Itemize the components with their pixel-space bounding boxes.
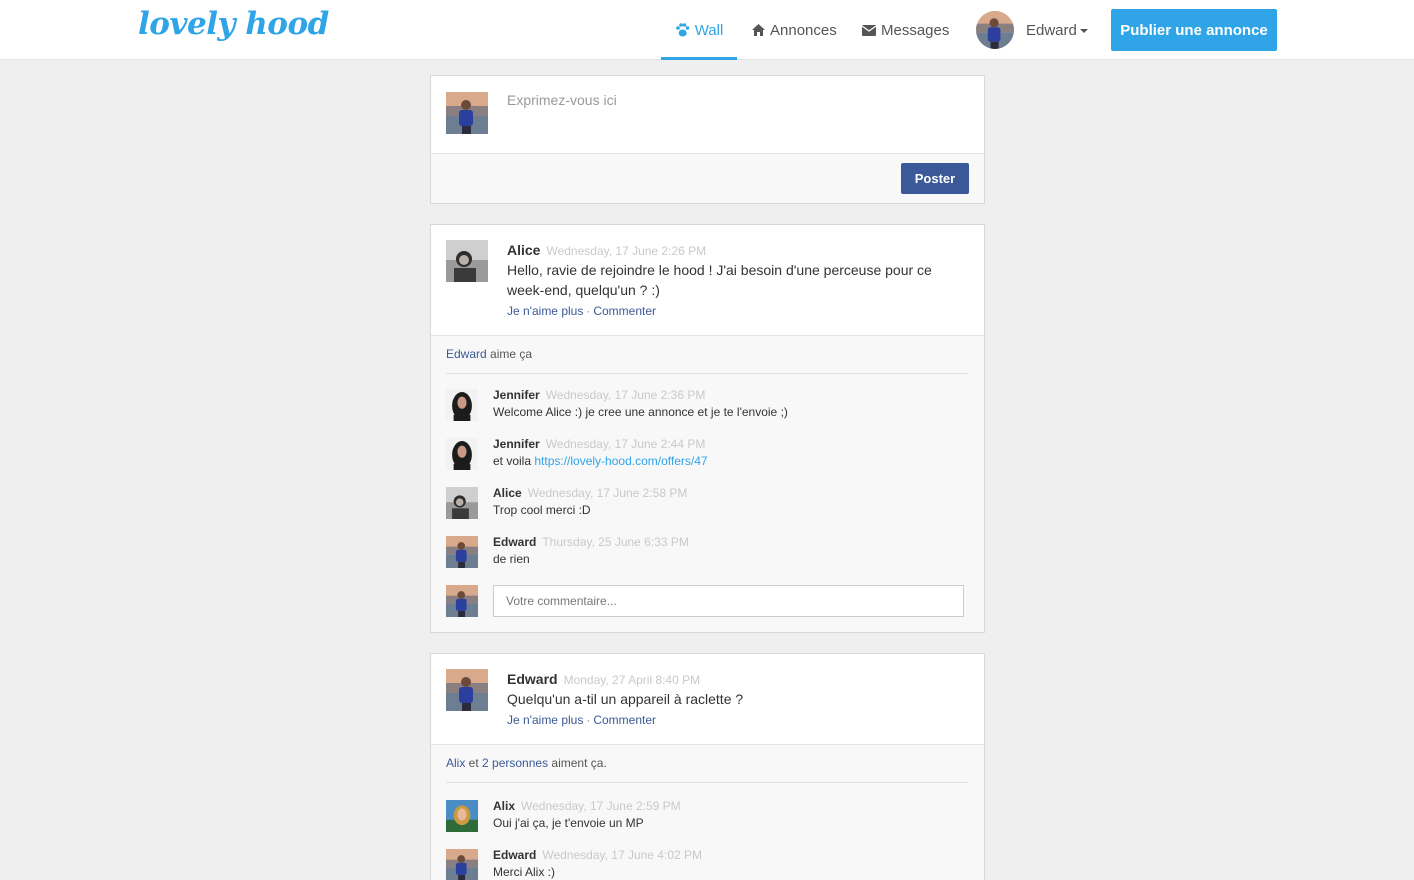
post-author-name[interactable]: Edward — [507, 671, 558, 687]
comment-input[interactable] — [493, 585, 964, 617]
nav-annonces[interactable]: Annonces — [752, 0, 837, 60]
user-name: Edward — [1026, 21, 1077, 39]
avatar — [446, 92, 488, 134]
comment-time: Wednesday, 17 June 2:59 PM — [521, 799, 681, 813]
avatar — [446, 438, 478, 470]
comment-author: Alix Wednesday, 17 June 2:59 PM — [493, 799, 681, 813]
comment-author-name[interactable]: Jennifer — [493, 437, 540, 451]
likes-suffix: aiment ça. — [548, 756, 607, 770]
post-time: Wednesday, 17 June 2:26 PM — [546, 244, 707, 258]
post-time: Monday, 27 April 8:40 PM — [563, 673, 701, 687]
likes-and: et — [465, 756, 483, 770]
avatar — [446, 800, 478, 832]
comment-time: Wednesday, 17 June 4:02 PM — [542, 848, 702, 862]
comment-author: Alice Wednesday, 17 June 2:58 PM — [493, 486, 687, 500]
nav-wall[interactable]: Wall — [661, 0, 737, 60]
comment-text: Oui j'ai ça, je t'envoie un MP — [493, 816, 644, 830]
comment-link[interactable]: Commenter — [593, 304, 656, 318]
likes-summary: Edward aime ça — [446, 347, 532, 361]
comment-time: Thursday, 25 June 6:33 PM — [542, 535, 689, 549]
separator: · — [586, 713, 591, 727]
logo[interactable]: lovely hood — [138, 6, 329, 42]
comment-text: Merci Alix :) — [493, 865, 556, 879]
post-author: Edward Monday, 27 April 8:40 PM — [507, 671, 700, 687]
unlike-link[interactable]: Je n'aime plus — [507, 304, 583, 318]
home-icon — [752, 24, 765, 36]
post-text: Quelqu'un a-til un appareil à raclette ? — [507, 691, 744, 707]
comment-author: Jennifer Wednesday, 17 June 2:36 PM — [493, 388, 705, 402]
unlike-link[interactable]: Je n'aime plus — [507, 713, 583, 727]
post-author: Alice Wednesday, 17 June 2:26 PM — [507, 242, 706, 258]
likes-suffix: aime ça — [486, 347, 533, 361]
nav-wall-label: Wall — [694, 21, 724, 39]
comment: Alice Wednesday, 17 June 2:58 PM Trop coo… — [446, 484, 969, 524]
comment-author-name[interactable]: Alix — [493, 799, 515, 813]
comment-time: Wednesday, 17 June 2:36 PM — [545, 388, 706, 402]
post-comments: Alix et 2 personnes aiment ça. Alix Wedne… — [431, 744, 984, 880]
comment-author: Edward Thursday, 25 June 6:33 PM — [493, 535, 689, 549]
comment-link[interactable]: Commenter — [593, 713, 656, 727]
avatar — [446, 849, 478, 880]
post-input[interactable] — [507, 92, 967, 148]
user-menu[interactable]: Edward — [976, 0, 1088, 60]
avatar — [446, 240, 488, 282]
comment-text-prefix: et voila — [493, 454, 535, 468]
publish-offer-button[interactable]: Publier une annonce — [1111, 9, 1277, 51]
avatar — [446, 536, 478, 568]
navbar: lovely hood Wall Annonces Messages Edwar… — [0, 0, 1414, 60]
comment-author-name[interactable]: Alice — [493, 486, 522, 500]
comment-text: et voila https://lovely-hood.com/offers/… — [493, 454, 708, 468]
comment-author-name[interactable]: Edward — [493, 848, 536, 862]
avatar — [446, 487, 478, 519]
comment-author: Jennifer Wednesday, 17 June 2:44 PM — [493, 437, 705, 451]
post-text: Hello, ravie de rejoindre le hood ! J'ai… — [507, 262, 932, 298]
nav-annonces-label: Annonces — [770, 21, 837, 39]
liker-link[interactable]: Edward — [446, 347, 487, 361]
comment-text: Trop cool merci :D — [493, 503, 591, 517]
divider — [446, 373, 969, 374]
comment-text: de rien — [493, 552, 530, 566]
post-comments: Edward aime ça Jennifer Wednesday, 17 Jun… — [431, 335, 984, 632]
nav-messages[interactable]: Messages — [862, 0, 949, 60]
comment-time: Wednesday, 17 June 2:58 PM — [527, 486, 688, 500]
separator: · — [586, 304, 591, 318]
avatar — [446, 389, 478, 421]
composer-footer: Poster — [431, 153, 984, 203]
post-actions: Je n'aime plus · Commenter — [507, 304, 656, 318]
comment: Jennifer Wednesday, 17 June 2:36 PM Welco… — [446, 386, 969, 426]
comment-text: Welcome Alice :) je cree une annonce et … — [493, 405, 788, 419]
liker-link[interactable]: Alix — [446, 756, 465, 770]
likes-summary: Alix et 2 personnes aiment ça. — [446, 756, 607, 770]
comment: Alix Wednesday, 17 June 2:59 PM Oui j'ai … — [446, 797, 969, 837]
avatar — [446, 585, 478, 617]
post-actions: Je n'aime plus · Commenter — [507, 713, 656, 727]
caret-down-icon — [1079, 29, 1088, 33]
avatar — [976, 11, 1014, 49]
divider — [446, 782, 969, 783]
paw-icon — [675, 23, 690, 37]
comment: Edward Thursday, 25 June 6:33 PM de rien — [446, 533, 969, 573]
offer-link[interactable]: https://lovely-hood.com/offers/47 — [534, 454, 707, 468]
comment-author: Edward Wednesday, 17 June 4:02 PM — [493, 848, 702, 862]
post-button[interactable]: Poster — [901, 163, 969, 194]
comment: Edward Wednesday, 17 June 4:02 PM Merci A… — [446, 846, 969, 880]
avatar — [446, 669, 488, 711]
envelope-icon — [862, 24, 876, 36]
comment-time: Wednesday, 17 June 2:44 PM — [545, 437, 706, 451]
post-card: Edward Monday, 27 April 8:40 PM Quelqu'un… — [430, 653, 985, 880]
comment: Jennifer Wednesday, 17 June 2:44 PM et vo… — [446, 435, 969, 475]
comment-author-name[interactable]: Jennifer — [493, 388, 540, 402]
comment-author-name[interactable]: Edward — [493, 535, 536, 549]
post-composer: Poster — [430, 75, 985, 204]
post-author-name[interactable]: Alice — [507, 242, 540, 258]
others-link[interactable]: 2 personnes — [482, 756, 548, 770]
nav-messages-label: Messages — [881, 21, 950, 39]
post-card: Alice Wednesday, 17 June 2:26 PM Hello, r… — [430, 224, 985, 633]
